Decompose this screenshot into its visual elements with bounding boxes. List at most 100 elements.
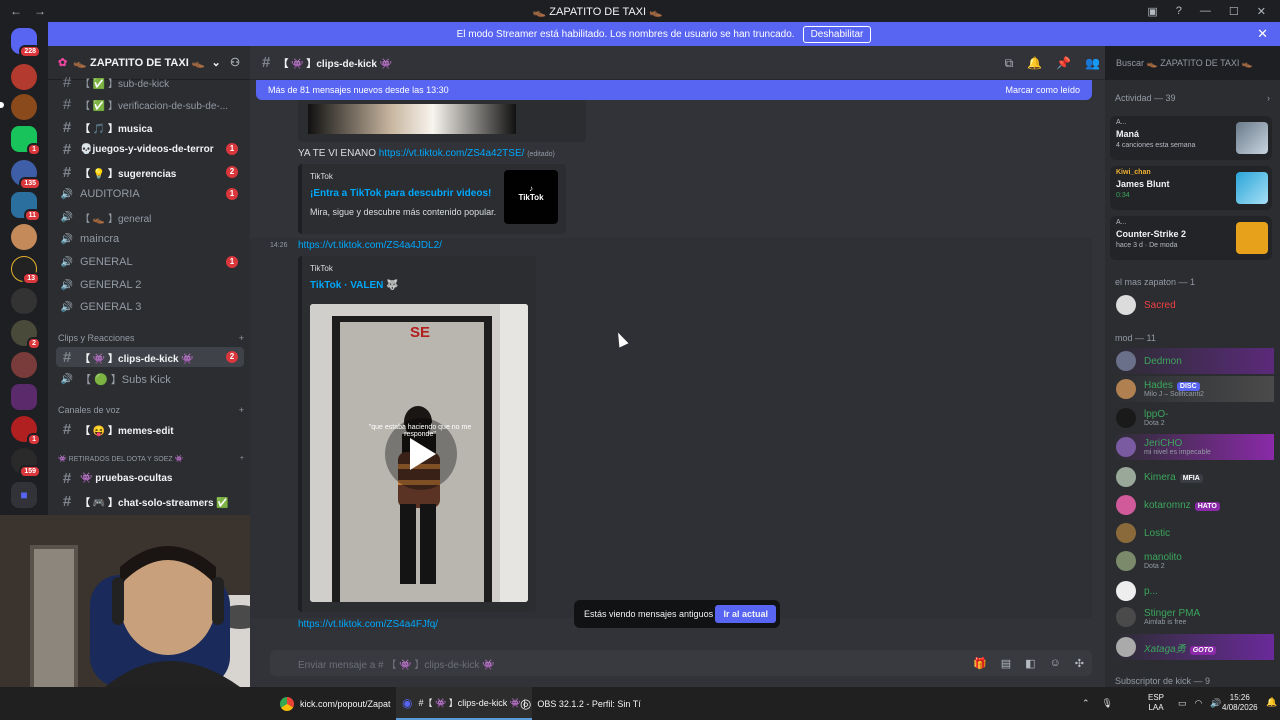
server-icon[interactable] — [11, 288, 37, 314]
disable-button[interactable]: Deshabilitar — [802, 25, 872, 43]
discord-taskbar-item[interactable]: ◉ #【 👾 】clips-de-kick 👾 | — [396, 687, 532, 720]
members-icon[interactable]: 👥 — [1085, 56, 1100, 71]
server-icon[interactable]: 11 — [11, 192, 41, 222]
embed-title[interactable]: ¡Entra a TikTok para descubrir videos! — [310, 188, 491, 199]
embed-title[interactable]: TikTok · VALEN 🐺 — [310, 280, 399, 291]
embed-image[interactable] — [308, 104, 516, 134]
apps-icon[interactable]: ✣ — [1075, 657, 1084, 670]
activity-header[interactable]: Actividad — 39 › — [1115, 93, 1270, 103]
close-window-icon[interactable]: ✕ — [1257, 5, 1266, 18]
speaker-icon: 🔊 — [60, 301, 74, 313]
server-icon[interactable]: 135 — [11, 160, 41, 190]
help-icon[interactable]: ? — [1176, 5, 1182, 18]
new-messages-bar[interactable]: Más de 81 mensajes nuevos desde las 13:3… — [256, 80, 1092, 100]
network-icon[interactable]: ▭ — [1178, 698, 1187, 709]
tiktok-link[interactable]: https://vt.tiktok.com/ZS4a4FJfq/ — [298, 619, 438, 630]
dm-icon[interactable]: 228 — [11, 28, 41, 58]
server-icon[interactable] — [11, 64, 37, 90]
activity-card[interactable]: A... Maná 4 canciones esta semana — [1110, 116, 1272, 160]
category-dota[interactable]: 👾 RETIRADOS DEL DOTA Y SOEZ 👾 + — [58, 455, 244, 463]
channel-item[interactable]: # 【 💡 】sugerencias 2 — [56, 162, 244, 182]
speaker-icon: 🔊 — [60, 211, 74, 223]
video-thumbnail[interactable]: SE "que estaba haciendo que no me respon… — [310, 304, 528, 602]
notifications-icon[interactable]: 🔔 — [1266, 697, 1277, 708]
server-icon[interactable]: 159 — [11, 448, 41, 478]
channel-item[interactable]: # 【 🎵 】musica — [56, 117, 244, 137]
channel-item[interactable]: # 👾 pruebas-ocultas — [56, 468, 244, 488]
close-banner-icon[interactable]: ✕ — [1257, 26, 1268, 42]
member-item[interactable]: Hades DISC Milo J – Solificanti2 — [1112, 376, 1274, 402]
minimize-icon[interactable]: — — [1200, 5, 1211, 18]
volume-icon[interactable]: 🔊 — [1210, 698, 1221, 709]
bell-icon[interactable]: 🔔 — [1027, 56, 1042, 71]
maximize-icon[interactable]: ☐ — [1229, 5, 1239, 18]
server-icon[interactable] — [11, 352, 37, 378]
chrome-taskbar-item[interactable]: kick.com/popout/Zapat — [280, 687, 391, 720]
member-item[interactable]: Dedmon — [1112, 348, 1274, 374]
forward-icon[interactable]: → — [34, 4, 46, 18]
channel-item[interactable]: # 【 ✅ 】verificacion-de-sub-de-... — [56, 94, 244, 114]
channel-item[interactable]: # 【 🎮 】chat-solo-streamers ✅ — [56, 491, 244, 511]
channel-item[interactable]: # 【 ✅ 】sub-de-kick — [56, 72, 244, 92]
unread-badge: 1 — [226, 188, 238, 200]
obs-taskbar-item[interactable]: ◎ OBS 32.1.2 - Perfil: Sin Tí — [520, 687, 641, 720]
clock[interactable]: 15:26 4/08/2026 — [1222, 693, 1258, 713]
header-toolbar: ⧉ 🔔 📌 👥 — [1005, 56, 1100, 71]
member-item[interactable]: JeriCHO mi nivel es impecable — [1112, 434, 1274, 460]
mark-read-button[interactable]: Marcar como leído — [1005, 85, 1080, 95]
system-tray: ⌃ 🎙 — [1082, 687, 1113, 720]
member-item[interactable]: Lostic — [1112, 520, 1274, 546]
add-member-icon[interactable]: ⚇ — [230, 56, 240, 69]
category-voice[interactable]: Canales de voz + — [58, 405, 244, 415]
member-item[interactable]: manolito Dota 2 — [1112, 548, 1274, 574]
tray-expand-icon[interactable]: ⌃ — [1082, 698, 1090, 709]
channel-item[interactable]: # 💀juegos-y-videos-de-terror 1 — [56, 139, 244, 159]
category-clips[interactable]: Clips y Reacciones + — [58, 333, 244, 343]
member-item[interactable]: Sacred — [1112, 292, 1274, 318]
add-channel-icon[interactable]: + — [239, 333, 244, 343]
sticker-icon[interactable]: ◧ — [1025, 657, 1035, 670]
member-item[interactable]: kotaromnz HATO — [1112, 492, 1274, 518]
activity-card[interactable]: A... Counter-Strike 2 hace 3 d · De moda — [1110, 216, 1272, 260]
server-icon[interactable] — [11, 224, 37, 250]
member-item[interactable]: p... — [1112, 578, 1274, 604]
server-icon[interactable]: 1 — [11, 126, 41, 156]
activity-card[interactable]: Kiwi_chan James Blunt 0:34 — [1110, 166, 1272, 210]
jump-to-present-button[interactable]: Ir al actual — [715, 605, 776, 623]
voice-channel-item[interactable]: 🔊 maincra — [56, 229, 244, 249]
add-channel-icon[interactable]: + — [239, 405, 244, 415]
server-icon[interactable]: 13 — [11, 256, 40, 285]
channel-item-selected[interactable]: # 【 👾 】clips-de-kick 👾 2 — [56, 347, 244, 367]
tiktok-link[interactable]: https://vt.tiktok.com/ZS4a4JDL2/ — [298, 240, 442, 251]
language-indicator[interactable]: ESP LAA — [1148, 693, 1164, 713]
pin-icon[interactable]: 📌 — [1056, 56, 1071, 71]
threads-icon[interactable]: ⧉ — [1005, 56, 1014, 71]
voice-channel-item[interactable]: 🔊 AUDITORIA 1 — [56, 184, 244, 204]
member-item[interactable]: lppO- Dota 2 — [1112, 405, 1274, 431]
server-icon[interactable] — [11, 94, 37, 120]
inbox-icon[interactable]: ▣ — [1147, 5, 1157, 18]
back-icon[interactable]: ← — [10, 4, 22, 18]
member-item[interactable]: Stinger PMA Aimlab is free — [1112, 604, 1274, 630]
member-item[interactable]: Xataga勇 GOTO — [1112, 634, 1274, 660]
server-icon[interactable] — [11, 384, 37, 410]
emoji-icon[interactable]: ☺ — [1050, 657, 1061, 670]
tiktok-link[interactable]: https://vt.tiktok.com/ZS4a42TSE/ — [379, 148, 525, 159]
message-input[interactable]: Enviar mensaje a # 【 👾 】clips-de-kick 👾 — [270, 650, 1092, 676]
server-icon[interactable]: 1 — [11, 416, 41, 446]
add-channel-icon[interactable]: + — [240, 455, 244, 463]
gift-icon[interactable]: 🎁 — [973, 657, 987, 670]
member-item[interactable]: Kimera MFIA — [1112, 464, 1274, 490]
gif-icon[interactable]: ▤ — [1001, 657, 1011, 670]
server-icon[interactable]: 2 — [11, 320, 41, 350]
folder-icon[interactable]: ■ — [11, 482, 37, 508]
voice-channel-item[interactable]: 🔊 GENERAL 1 — [56, 252, 244, 272]
voice-channel-item[interactable]: 🔊 GENERAL 2 — [56, 275, 244, 295]
search-input[interactable]: Buscar 👞 ZAPATITO DE TAXI 👞 — [1110, 54, 1272, 72]
voice-channel-item[interactable]: 🔊 【 👞 】general — [56, 207, 244, 227]
wifi-icon[interactable]: ◠ — [1195, 698, 1203, 709]
channel-item[interactable]: # 【 😝 】memes-edit — [56, 419, 244, 439]
microphone-icon[interactable]: 🎙 — [1102, 698, 1113, 709]
voice-channel-item[interactable]: 🔊 GENERAL 3 — [56, 297, 244, 317]
voice-channel-item[interactable]: 🔊 【 🟢 】Subs Kick — [56, 369, 244, 389]
